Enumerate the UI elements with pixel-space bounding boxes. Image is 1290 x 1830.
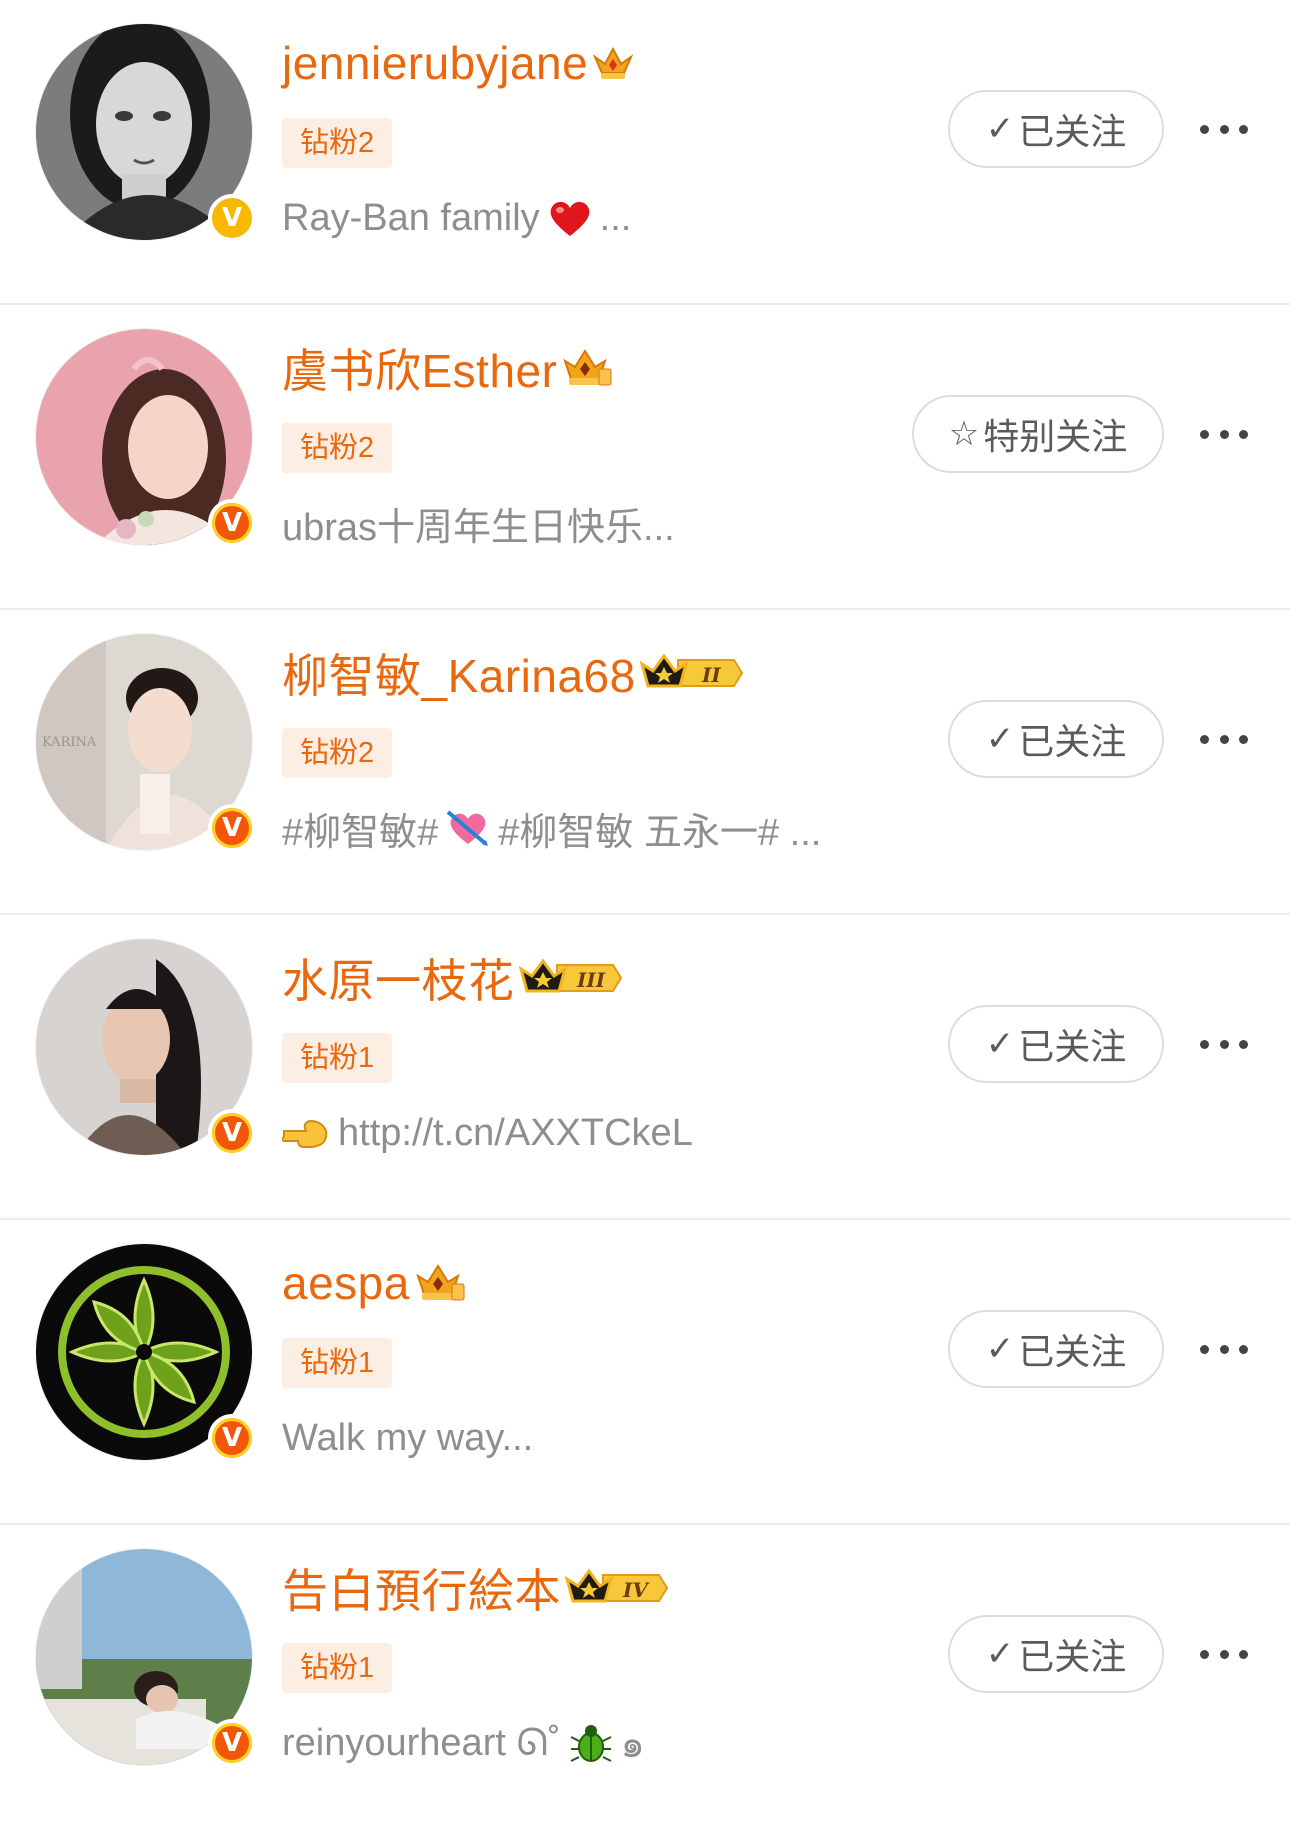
avatar[interactable]: V bbox=[36, 24, 256, 242]
avatar[interactable]: V bbox=[36, 1244, 256, 1462]
more-icon[interactable] bbox=[1200, 416, 1248, 452]
more-icon[interactable] bbox=[1200, 1026, 1248, 1062]
avatar[interactable]: V bbox=[36, 939, 256, 1157]
svg-text:KARINA: KARINA bbox=[42, 735, 97, 750]
following-button[interactable]: ✓ 已关注 bbox=[948, 1005, 1164, 1083]
following-button[interactable]: ✓ 已关注 bbox=[948, 1615, 1164, 1693]
star-outline-icon: ☆ bbox=[948, 414, 980, 454]
check-icon: ✓ bbox=[985, 109, 1015, 149]
user-row[interactable]: V 虞书欣Esther 钻粉2 ubras十周年生日快乐... ☆ 特别关注 bbox=[0, 305, 1290, 610]
svg-text:III: III bbox=[576, 968, 606, 992]
heart-arrow-icon bbox=[446, 808, 490, 848]
fan-level-tag: 钻粉2 bbox=[282, 728, 393, 778]
more-icon[interactable] bbox=[1200, 1636, 1248, 1672]
user-bio: #柳智敏# #柳智敏 五永一# ... bbox=[282, 800, 821, 856]
beetle-icon bbox=[569, 1721, 613, 1765]
avatar[interactable]: V bbox=[36, 1549, 256, 1767]
crown-gem-icon bbox=[561, 347, 613, 389]
avatar[interactable]: KARINA V bbox=[36, 634, 256, 852]
fan-level-tag: 钻粉2 bbox=[282, 423, 393, 473]
check-icon: ✓ bbox=[985, 1024, 1015, 1064]
verified-badge-icon: V bbox=[208, 1414, 256, 1462]
user-name[interactable]: 柳智敏_Karina68 bbox=[282, 640, 636, 706]
fan-level-tag: 钻粉1 bbox=[282, 1643, 393, 1693]
fan-level-tag: 钻粉2 bbox=[282, 118, 393, 168]
user-row[interactable]: V aespa 钻粉1 Walk my way... ✓ 已关注 bbox=[0, 1220, 1290, 1525]
verified-badge-icon: V bbox=[208, 1109, 256, 1157]
user-name[interactable]: jennierubyjane bbox=[282, 36, 588, 90]
user-name[interactable]: 水原一枝花 bbox=[282, 945, 515, 1011]
user-row[interactable]: V 告白預行絵本 IV 钻粉1 reinyourheart ᘏ˚ ๑ ✓ 已关注 bbox=[0, 1525, 1290, 1830]
crown-gem-icon bbox=[592, 43, 634, 83]
crown-level-icon: IV bbox=[565, 1567, 671, 1609]
following-button[interactable]: ✓ 已关注 bbox=[948, 700, 1164, 778]
follow-list: V jennierubyjane 钻粉2 Ray-Ban family ... … bbox=[0, 0, 1290, 1830]
user-bio: http://t.cn/AXXTCkeL bbox=[282, 1105, 693, 1161]
crown-gem-icon bbox=[414, 1262, 466, 1304]
user-name[interactable]: 虞书欣Esther bbox=[282, 335, 557, 401]
crown-level-icon: III bbox=[518, 957, 625, 999]
avatar[interactable]: V bbox=[36, 329, 256, 547]
verified-badge-icon: V bbox=[208, 194, 256, 242]
check-icon: ✓ bbox=[985, 1634, 1015, 1674]
red-heart-icon bbox=[548, 198, 592, 238]
user-name[interactable]: aespa bbox=[282, 1256, 410, 1310]
user-row[interactable]: V 水原一枝花 III 钻粉1 http://t.cn/AXXTCkeL ✓ 已… bbox=[0, 915, 1290, 1220]
check-icon: ✓ bbox=[985, 719, 1015, 759]
svg-text:II: II bbox=[701, 663, 721, 687]
following-button[interactable]: ✓ 已关注 bbox=[948, 1310, 1164, 1388]
more-icon[interactable] bbox=[1200, 721, 1248, 757]
special-follow-button[interactable]: ☆ 特别关注 bbox=[912, 395, 1164, 473]
verified-badge-icon: V bbox=[208, 1719, 256, 1767]
crown-level-icon: II bbox=[639, 652, 746, 694]
verified-badge-icon: V bbox=[208, 804, 256, 852]
user-bio: Ray-Ban family ... bbox=[282, 196, 632, 239]
user-row[interactable]: V jennierubyjane 钻粉2 Ray-Ban family ... … bbox=[0, 0, 1290, 305]
fan-level-tag: 钻粉1 bbox=[282, 1033, 393, 1083]
more-icon[interactable] bbox=[1200, 111, 1248, 147]
svg-text:IV: IV bbox=[622, 1578, 650, 1602]
user-bio: Walk my way... bbox=[282, 1416, 534, 1459]
fan-level-tag: 钻粉1 bbox=[282, 1338, 393, 1388]
check-icon: ✓ bbox=[985, 1329, 1015, 1369]
user-bio: ubras十周年生日快乐... bbox=[282, 506, 675, 549]
more-icon[interactable] bbox=[1200, 1331, 1248, 1367]
verified-badge-icon: V bbox=[208, 499, 256, 547]
following-button[interactable]: ✓ 已关注 bbox=[948, 90, 1164, 168]
user-row[interactable]: KARINA V 柳智敏_Karina68 II 钻粉2 #柳智敏# #柳智敏 … bbox=[0, 610, 1290, 915]
user-name[interactable]: 告白預行絵本 bbox=[282, 1555, 561, 1621]
user-bio: reinyourheart ᘏ˚ ๑ bbox=[282, 1721, 645, 1766]
pointing-hand-icon bbox=[282, 1113, 330, 1153]
